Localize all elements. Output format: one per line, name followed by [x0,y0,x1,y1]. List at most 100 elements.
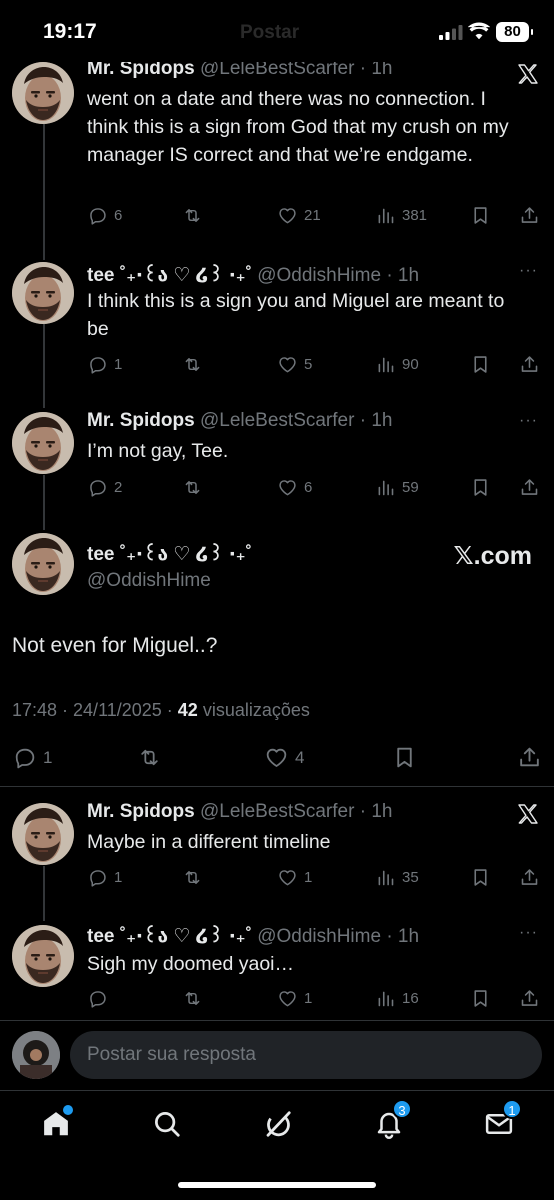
reply-icon [87,477,108,498]
share-button[interactable] [519,988,546,1009]
reply-button[interactable]: 1 [87,867,122,888]
avatar[interactable] [12,412,74,474]
bookmark-icon [470,354,491,375]
more-options-icon[interactable]: ··· [519,924,538,942]
like-count: 1 [304,869,313,886]
bookmark-button[interactable] [392,745,423,770]
bookmark-button[interactable] [470,477,497,498]
repost-button[interactable] [182,867,209,888]
repost-icon [182,354,203,375]
post-text: Maybe in a different timeline [87,831,331,853]
reply-input[interactable]: Postar sua resposta [70,1031,542,1079]
avatar[interactable] [12,925,74,987]
more-options-icon[interactable]: ··· [519,412,538,430]
share-button[interactable] [519,205,546,226]
author-handle[interactable]: @LeleBestScarfer · 1h [200,801,393,822]
tab-home[interactable] [41,1105,73,1139]
author-name[interactable]: tee ˚₊‧꒰ა ♡ ໒꒱ ‧₊˚ [87,926,252,947]
notifications-badge: 3 [392,1099,412,1119]
repost-button[interactable] [182,477,209,498]
like-button[interactable]: 5 [277,354,312,375]
avatar[interactable] [12,62,74,124]
avatar[interactable] [12,803,74,865]
post-text: I think this is a sign you and Miguel ar… [87,290,505,340]
reply-count: 1 [114,356,123,373]
reply-button[interactable]: 1 [87,354,122,375]
tab-grok[interactable] [263,1109,293,1139]
post-text: went on a date and there was no connecti… [87,88,509,166]
reply-count: 1 [43,747,53,767]
bookmark-button[interactable] [470,354,497,375]
grok-icon [266,1111,291,1137]
author-name[interactable]: tee ˚₊‧꒰ა ♡ ໒꒱ ‧₊˚ [87,265,252,286]
repost-button[interactable] [182,354,209,375]
share-button[interactable] [519,477,546,498]
share-button[interactable] [519,354,546,375]
views-button[interactable]: 90 [375,354,419,375]
status-bar: 19:17 Postar 80 [0,0,554,62]
tab-notifications[interactable]: 3 [374,1099,412,1139]
author-handle[interactable]: @OddishHime · 1h [257,926,419,947]
share-icon [517,745,542,770]
reply-button[interactable]: 1 [12,745,52,770]
like-icon [277,477,298,498]
signal-icon [439,25,463,40]
post-timestamp[interactable]: 17:48 · 24/11/2025 · [12,700,178,720]
like-button[interactable]: 4 [264,745,304,770]
avatar[interactable] [12,262,74,324]
tab-bar: 3 1 [0,1090,554,1200]
bookmark-button[interactable] [470,205,497,226]
repost-button[interactable] [182,205,209,226]
author-handle[interactable]: @LeleBestScarfer · 1h [200,410,393,431]
like-button[interactable]: 1 [277,867,312,888]
reply-composer: Postar sua resposta [0,1020,554,1090]
post-text: I’m not gay, Tee. [87,440,229,462]
repost-button[interactable] [137,745,168,770]
battery-indicator: 80 [496,22,533,42]
post-actions: 1 5 90 [87,354,542,378]
view-count: 42 [177,700,198,720]
views-button[interactable]: 35 [375,867,419,888]
bookmark-icon [470,205,491,226]
tab-search[interactable] [152,1109,182,1139]
views-button[interactable]: 59 [375,477,419,498]
like-button[interactable]: 21 [277,205,321,226]
author-handle[interactable]: @OddishHime · 1h [257,265,419,286]
x-watermark: 𝕏.com [453,542,533,570]
messages-badge: 1 [502,1099,522,1119]
reply-button[interactable]: 2 [87,477,122,498]
focused-author-name[interactable]: tee ˚₊‧꒰ა ♡ ໒꒱ ‧₊˚ [87,540,252,566]
like-button[interactable]: 1 [277,988,312,1009]
reply-count: 1 [114,869,123,886]
share-icon [519,988,540,1009]
x-logo-icon [516,802,540,826]
thread-line [43,475,45,530]
tab-messages[interactable]: 1 [484,1099,522,1139]
like-button[interactable]: 6 [277,477,312,498]
author-name[interactable]: Mr. Spidops [87,410,195,431]
status-time: 19:17 [43,20,97,43]
bookmark-button[interactable] [470,867,497,888]
views-count: 381 [402,207,428,224]
author-name[interactable]: Mr. Spidops [87,801,195,822]
views-count: 90 [402,356,419,373]
post-header: tee ˚₊‧꒰ა ♡ ໒꒱ ‧₊˚ @OddishHime · 1h [87,261,419,287]
bookmark-button[interactable] [470,988,497,1009]
repost-icon [182,988,203,1009]
focused-author-handle[interactable]: @OddishHime [87,570,252,592]
reply-button[interactable] [87,988,114,1009]
more-options-icon[interactable]: ··· [519,262,538,280]
views-button[interactable]: 16 [375,988,419,1009]
share-button[interactable] [519,867,546,888]
search-icon [155,1112,180,1137]
focused-avatar[interactable] [12,533,74,595]
focused-actions: 1 4 [12,745,542,773]
user-avatar[interactable] [12,1031,60,1079]
repost-button[interactable] [182,988,209,1009]
repost-icon [182,867,203,888]
reply-icon [12,745,37,770]
share-button[interactable] [517,745,548,770]
reply-button[interactable]: 6 [87,205,122,226]
views-button[interactable]: 381 [375,205,427,226]
like-icon [264,745,289,770]
